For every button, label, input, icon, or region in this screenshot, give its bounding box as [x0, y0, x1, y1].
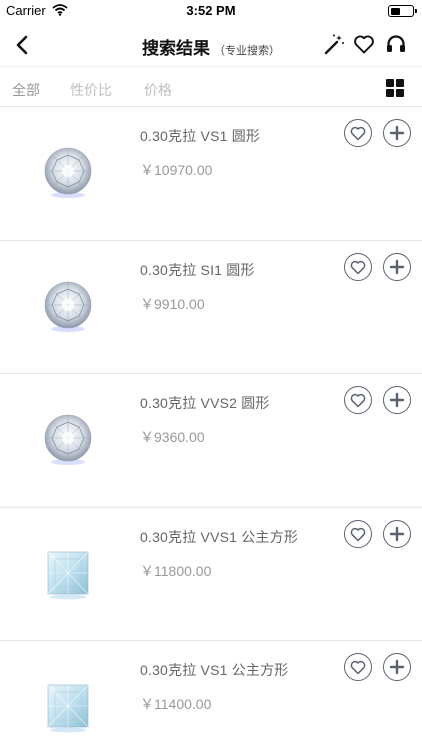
round-diamond-image [40, 412, 96, 468]
item-price: ￥9360.00 [140, 429, 205, 445]
favorite-button[interactable] [344, 119, 372, 147]
princess-diamond-image [40, 546, 96, 602]
list-item[interactable]: 0.30克拉 VS1 圆形 ￥10970.00 [0, 107, 422, 241]
result-list: 0.30克拉 VS1 圆形 ￥10970.00 0.30克拉 SI1 圆形 ￥9… [0, 107, 422, 750]
item-name: 0.30克拉 VVS2 圆形 [140, 395, 270, 411]
grid-view-icon[interactable] [386, 79, 404, 97]
clock: 3:52 PM [186, 3, 236, 18]
add-button[interactable] [383, 519, 411, 548]
item-price: ￥11400.00 [140, 696, 212, 712]
headset-icon[interactable] [384, 32, 408, 56]
tab-value[interactable]: 性价比 [70, 80, 112, 100]
item-price: ￥9910.00 [140, 295, 205, 312]
add-button[interactable] [383, 653, 411, 681]
list-item[interactable]: 0.30克拉 VS1 公主方形 ￥11400.00 [0, 641, 422, 750]
heart-icon[interactable] [352, 32, 376, 56]
add-button[interactable] [383, 386, 411, 414]
heart-icon [350, 393, 366, 408]
heart-icon [350, 527, 366, 541]
favorite-button[interactable] [344, 653, 372, 681]
item-price: ￥10970.00 [140, 162, 213, 178]
plus-icon [389, 659, 405, 675]
list-item[interactable]: 0.30克拉 SI1 圆形 ￥9910.00 [0, 241, 422, 374]
heart-icon [350, 260, 366, 274]
tab-all[interactable]: 全部 [12, 80, 40, 100]
princess-diamond-image [40, 679, 96, 735]
status-bar: Carrier 3:52 PM [0, 0, 422, 22]
round-diamond-image [40, 279, 96, 335]
battery-icon [388, 5, 417, 17]
magic-wand-icon[interactable] [322, 32, 346, 56]
list-item[interactable]: 0.30克拉 VVS1 公主方形 ￥11800.00 [0, 508, 422, 641]
plus-icon [389, 259, 405, 274]
plus-icon [389, 125, 405, 141]
heart-icon [350, 660, 366, 675]
plus-icon [389, 526, 405, 541]
favorite-button[interactable] [344, 386, 372, 414]
add-button[interactable] [383, 119, 411, 147]
tab-price[interactable]: 价格 [144, 80, 172, 100]
add-button[interactable] [383, 252, 411, 281]
round-diamond-image [40, 145, 96, 201]
item-price: ￥11800.00 [140, 562, 212, 579]
item-name: 0.30克拉 VS1 公主方形 [140, 662, 289, 678]
favorite-button[interactable] [344, 519, 372, 548]
item-name: 0.30克拉 VS1 圆形 [140, 128, 261, 144]
page-title-main: 搜索结果 [142, 39, 210, 59]
navigation-bar: 搜索结果 （专业搜索） [0, 22, 422, 66]
plus-icon [389, 392, 405, 408]
heart-icon [350, 126, 366, 141]
page-title-subtitle: （专业搜索） [214, 44, 280, 57]
item-name: 0.30克拉 SI1 圆形 [140, 261, 255, 278]
favorite-button[interactable] [344, 252, 372, 281]
list-item[interactable]: 0.30克拉 VVS2 圆形 ￥9360.00 [0, 374, 422, 508]
filter-bar: 全部 性价比 价格 [0, 66, 422, 107]
item-name: 0.30克拉 VVS1 公主方形 [140, 528, 299, 545]
